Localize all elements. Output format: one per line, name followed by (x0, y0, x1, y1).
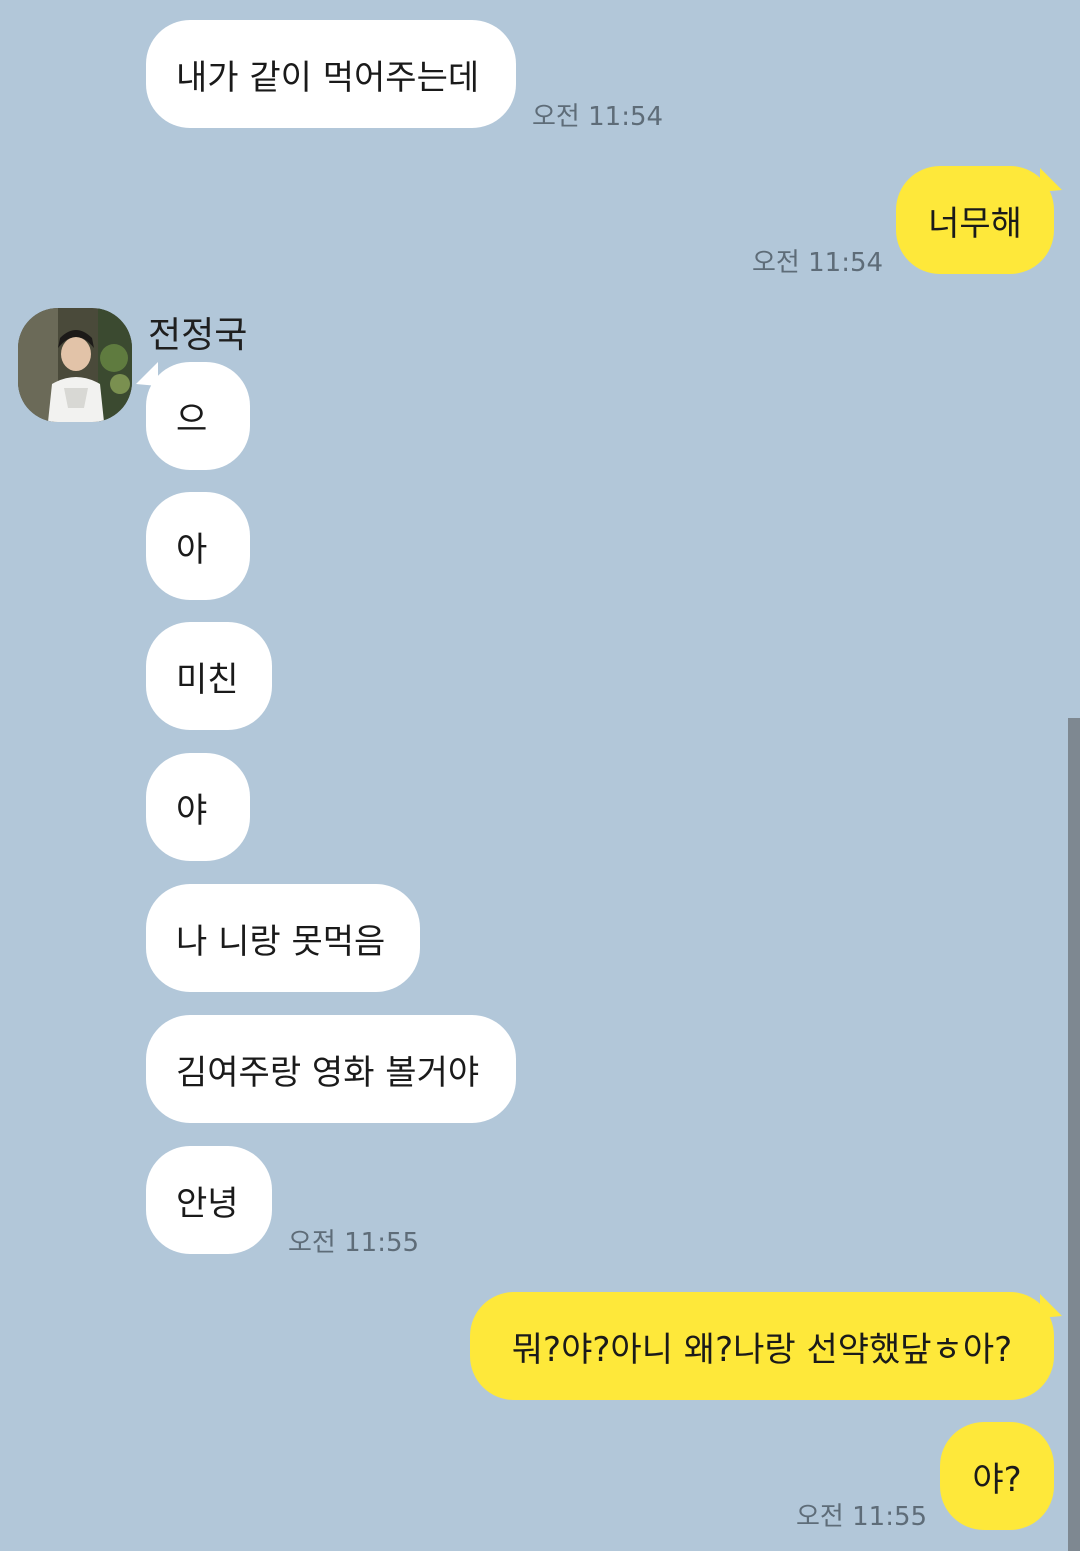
message-bubble-received[interactable]: 으 (146, 362, 250, 470)
message-text: 너무해 (928, 203, 1022, 244)
message-bubble-received[interactable]: 안녕 (146, 1146, 272, 1254)
message-text: 아 (176, 529, 208, 570)
message-bubble-sent[interactable]: 너무해 (896, 166, 1054, 274)
message-text: 야? (972, 1459, 1022, 1500)
message-text: 미친 (176, 659, 239, 700)
message-time: 오전 11:55 (288, 1228, 420, 1258)
message-time: 오전 11:54 (752, 248, 884, 278)
message-text: 김여주랑 영화 볼거야 (176, 1052, 480, 1093)
message-bubble-received[interactable]: 내가 같이 먹어주는데 (146, 20, 516, 128)
avatar[interactable] (18, 308, 132, 422)
message-bubble-received[interactable]: 나 니랑 못먹음 (146, 884, 420, 992)
message-text: 으 (176, 399, 208, 440)
message-bubble-received[interactable]: 미친 (146, 622, 272, 730)
message-bubble-received[interactable]: 야 (146, 753, 250, 861)
message-text: 야 (176, 790, 208, 831)
message-text: 안녕 (176, 1183, 239, 1224)
message-bubble-received[interactable]: 아 (146, 492, 250, 600)
message-text: 나 니랑 못먹음 (176, 921, 386, 962)
message-bubble-sent[interactable]: 뭐?야?아니 왜?나랑 선약했닾ㅎ아? (470, 1292, 1054, 1400)
profile-photo-icon (18, 308, 132, 422)
message-bubble-sent[interactable]: 야? (940, 1422, 1054, 1530)
message-text: 뭐?야?아니 왜?나랑 선약했닾ㅎ아? (511, 1329, 1013, 1370)
scrollbar[interactable] (1068, 718, 1080, 1551)
message-time: 오전 11:54 (532, 102, 664, 132)
sender-name: 전정국 (148, 315, 248, 356)
message-time: 오전 11:55 (796, 1502, 928, 1532)
message-bubble-received[interactable]: 김여주랑 영화 볼거야 (146, 1015, 516, 1123)
message-text: 내가 같이 먹어주는데 (176, 57, 480, 98)
